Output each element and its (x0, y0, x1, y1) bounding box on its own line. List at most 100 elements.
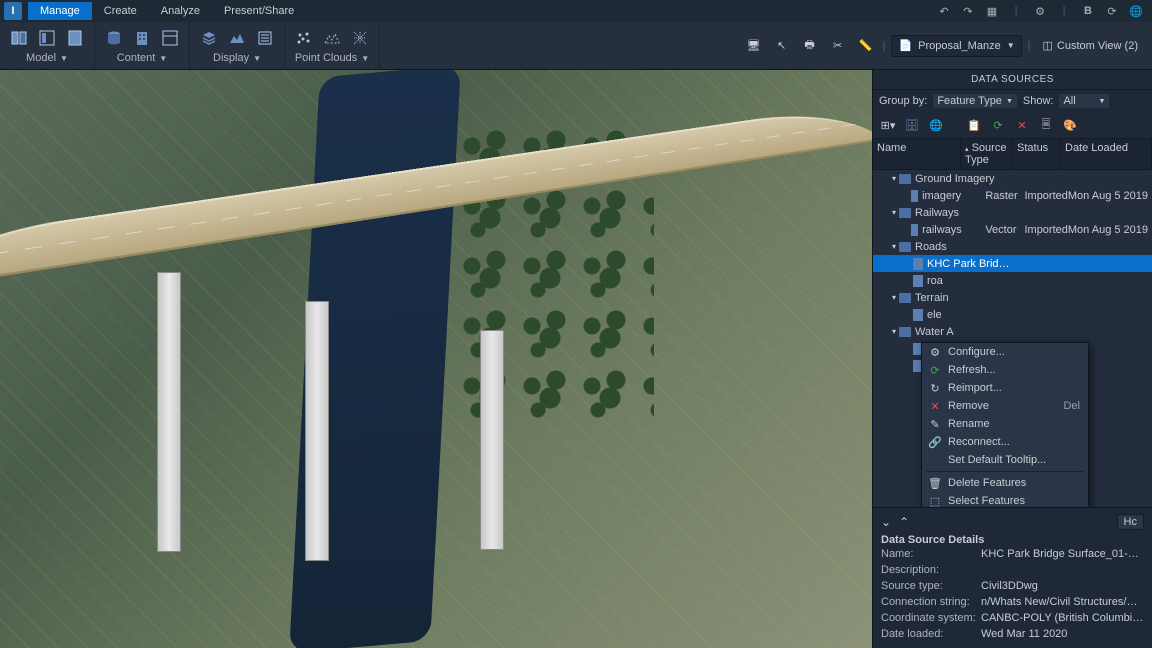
cursor-icon[interactable]: ↖ (771, 35, 793, 57)
list-icon[interactable] (254, 27, 276, 49)
redo-icon[interactable]: ↷ (960, 3, 976, 19)
model-panel-icon[interactable] (36, 27, 58, 49)
menubar: I ManageCreateAnalyzePresent/Share ↶ ↷ ▦… (0, 0, 1152, 22)
model-layers-icon[interactable] (8, 27, 30, 49)
database-icon[interactable] (103, 27, 125, 49)
pointcloud-grid-icon[interactable] (349, 27, 371, 49)
tree-folder[interactable]: ▾Terrain (873, 289, 1152, 306)
ctx-configure[interactable]: ⚙Configure... (922, 343, 1088, 361)
detail-row: Source type:Civil3DDwg (881, 578, 1144, 594)
ribbon-group-label[interactable]: Display▼ (213, 52, 261, 64)
database-icon[interactable]: 🗄 (903, 116, 921, 134)
filter-icon[interactable]: 🗏 (1037, 116, 1055, 134)
pointcloud-icon[interactable] (293, 27, 315, 49)
chevron-down-icon: ▼ (253, 54, 261, 63)
bold-icon[interactable]: B (1080, 3, 1096, 19)
ribbon-group-label[interactable]: Model▼ (26, 52, 68, 64)
tree-item[interactable]: ele (873, 306, 1152, 323)
detail-label: Description: (881, 564, 981, 576)
detail-row: Name:KHC Park Bridge Surface_01-ROADS (881, 546, 1144, 562)
expand-details-icon[interactable]: ⌃ (899, 515, 909, 529)
menu-manage[interactable]: Manage (28, 2, 92, 20)
ctx-remove[interactable]: ✕RemoveDel (922, 397, 1088, 415)
reimport-icon: ↻ (928, 381, 942, 395)
select-icon: ⬚ (928, 494, 942, 507)
add-icon[interactable]: ⊞▾ (879, 116, 897, 134)
menu-presentshare[interactable]: Present/Share (212, 2, 306, 20)
ctx-selectfeatures[interactable]: ⬚Select Features (922, 492, 1088, 507)
tree-folder[interactable]: ▾Railways (873, 204, 1152, 221)
globe-icon[interactable]: 🌐 (1128, 3, 1144, 19)
ctx-setdefaulttooltip[interactable]: Set Default Tooltip... (922, 451, 1088, 469)
column-status[interactable]: Status (1013, 139, 1061, 169)
chevron-down-icon: ▾ (889, 174, 899, 183)
content-panel-icon[interactable] (159, 27, 181, 49)
detail-value: Wed Mar 11 2020 (981, 628, 1144, 640)
reconnect-icon: 🔗 (928, 435, 942, 449)
folder-icon (899, 242, 911, 252)
proposal-dropdown[interactable]: 📄 Proposal_Manze ▼ (891, 35, 1021, 57)
model-sheet-icon[interactable] (64, 27, 86, 49)
column-type[interactable]: ▴ Source Type (961, 139, 1013, 169)
refresh-icon[interactable]: ⟳ (1104, 3, 1120, 19)
group-by-dropdown[interactable]: Feature Type▼ (933, 94, 1017, 108)
detail-value: Civil3DDwg (981, 580, 1144, 592)
terrain-icon[interactable] (226, 27, 248, 49)
globe-icon[interactable]: 🌐 (927, 116, 945, 134)
undo-icon[interactable]: ↶ (936, 3, 952, 19)
monitor-icon[interactable]: 🖥 (743, 35, 765, 57)
chevron-down-icon: ▾ (889, 242, 899, 251)
column-name[interactable]: Name (873, 139, 961, 169)
detail-label: Source type: (881, 580, 981, 592)
ctx-refresh[interactable]: ⟳Refresh... (922, 361, 1088, 379)
tree-item[interactable]: roa (873, 272, 1152, 289)
gear-icon: ⚙ (928, 345, 942, 359)
show-dropdown[interactable]: All▼ (1059, 94, 1109, 108)
collapse-details-icon[interactable]: ⌄ (881, 515, 891, 529)
ctx-reimport[interactable]: ↻Reimport... (922, 379, 1088, 397)
refresh-icon[interactable]: ⟳ (989, 116, 1007, 134)
detail-value: KHC Park Bridge Surface_01-ROADS (981, 548, 1144, 560)
ribbon-group-label[interactable]: Point Clouds▼ (295, 52, 369, 64)
remove-icon[interactable]: ✕ (1013, 116, 1031, 134)
layers-stack-icon[interactable] (198, 27, 220, 49)
chevron-down-icon: ▼ (1007, 41, 1015, 50)
ruler-icon[interactable]: 📏 (855, 35, 877, 57)
tree-item[interactable]: KHC Park Bridge Surface_01 (873, 255, 1152, 272)
tools-icon[interactable]: ✂ (827, 35, 849, 57)
building-icon[interactable] (131, 27, 153, 49)
style-icon[interactable]: 🎨 (1061, 116, 1079, 134)
divider: | (1008, 3, 1024, 19)
hc-button[interactable]: Hc (1117, 514, 1144, 530)
print-icon[interactable]: 🖶 (799, 35, 821, 57)
ribbon-group-content: Content▼ (95, 22, 190, 69)
copy-icon[interactable]: 📋 (965, 116, 983, 134)
tree-folder[interactable]: ▾Roads (873, 238, 1152, 255)
tree-folder[interactable]: ▾Water A (873, 323, 1152, 340)
menu-analyze[interactable]: Analyze (149, 2, 212, 20)
pointcloud-terrain-icon[interactable] (321, 27, 343, 49)
tree-folder[interactable]: ▾Ground Imagery (873, 170, 1152, 187)
ctx-rename[interactable]: ✎Rename (922, 415, 1088, 433)
ctx-reconnect[interactable]: 🔗Reconnect... (922, 433, 1088, 451)
tree-item[interactable]: railwaysVectorImportedMon Aug 5 2019 (873, 221, 1152, 238)
grid-icon[interactable]: ▦ (984, 3, 1000, 19)
layers-icon: ◫ (1042, 39, 1052, 52)
menu-create[interactable]: Create (92, 2, 149, 20)
ctx-deletefeatures[interactable]: 🗑Delete Features (922, 474, 1088, 492)
tree-item[interactable]: imageryRasterImportedMon Aug 5 2019 (873, 187, 1152, 204)
detail-label: Name: (881, 548, 981, 560)
gear-icon[interactable]: ⚙ (1032, 3, 1048, 19)
file-icon (913, 275, 923, 287)
context-menu: ⚙Configure...⟳Refresh...↻Reimport...✕Rem… (921, 342, 1089, 507)
app-icon: I (4, 2, 22, 20)
custom-view-button[interactable]: ◫ Custom View (2) (1036, 37, 1144, 54)
ribbon-group-label[interactable]: Content▼ (117, 52, 167, 64)
file-icon (913, 309, 923, 321)
detail-value (981, 564, 1144, 576)
rename-icon: ✎ (928, 417, 942, 431)
column-date[interactable]: Date Loaded (1061, 139, 1152, 169)
ribbon: Model▼ Content▼ Display▼ Poin (0, 22, 1152, 70)
viewport-3d[interactable] (0, 70, 872, 648)
details-title: Data Source Details (881, 534, 1144, 546)
